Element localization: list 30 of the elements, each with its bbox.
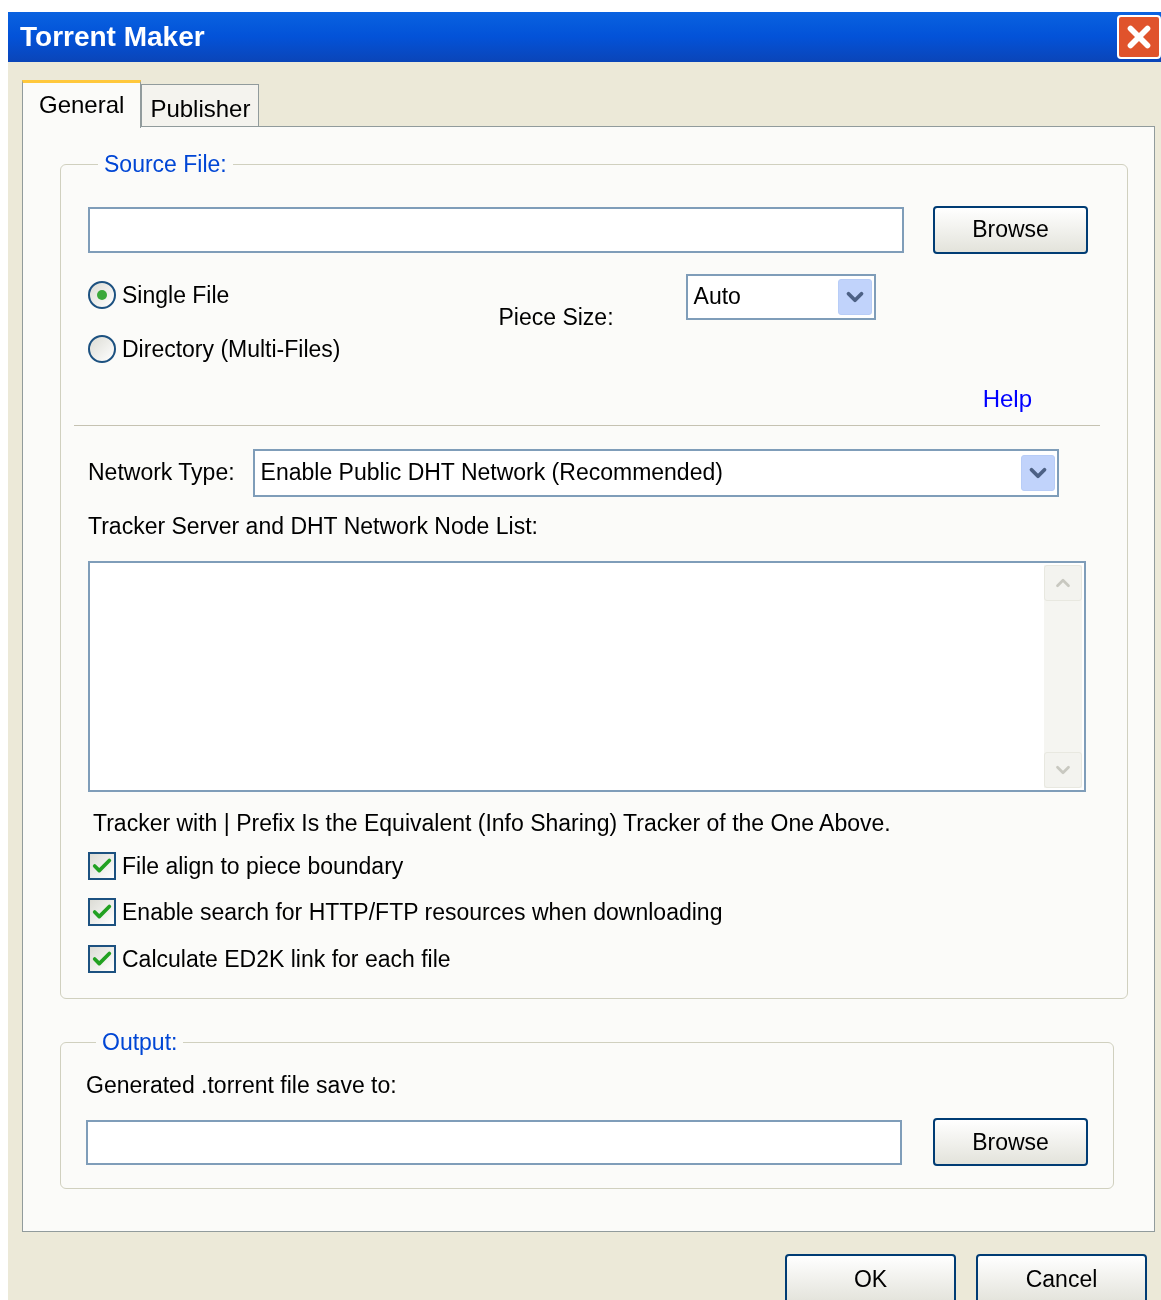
help-link[interactable]: Help: [982, 380, 1032, 417]
tracker-note: Tracker with | Prefix Is the Equivalent (Info Sharing) Tracker of the One Above.: [93, 809, 892, 838]
dialog-button[interactable]: Browse: [933, 1118, 1088, 1166]
output-label: Generated .torrent file save to:: [86, 1070, 398, 1100]
checkbox[interactable]: [88, 898, 116, 927]
tab[interactable]: General: [22, 80, 142, 128]
node-list-field[interactable]: [88, 561, 1086, 792]
radio-button[interactable]: [88, 280, 116, 309]
group-legend: Source File:: [98, 147, 233, 182]
checkbox-label: Calculate ED2K link for each file: [122, 944, 451, 974]
node-list-label: Tracker Server and DHT Network Node List:: [88, 511, 539, 541]
checkbox-label: Enable search for HTTP/FTP resources when downloading: [122, 898, 723, 927]
piece-size-label: Piece Size:: [498, 302, 614, 332]
checkbox[interactable]: [88, 851, 116, 880]
checkbox[interactable]: [88, 944, 116, 973]
group-legend: Output:: [96, 1025, 184, 1060]
source-path-field[interactable]: [88, 206, 904, 253]
dialog-button[interactable]: Browse: [933, 205, 1088, 254]
dialog-button[interactable]: OK: [785, 1254, 956, 1300]
radio-label: Single File: [122, 280, 230, 310]
output-path-field[interactable]: [86, 1119, 902, 1165]
window-title: Torrent Maker: [20, 20, 205, 54]
dialog-button[interactable]: Cancel: [976, 1254, 1147, 1300]
radio-label: Directory (Multi-Files): [122, 335, 341, 364]
dropdown[interactable]: Auto: [685, 273, 876, 320]
radio-button[interactable]: [88, 335, 116, 364]
checkbox-label: File align to piece boundary: [122, 851, 404, 881]
network-type-label: Network Type:: [88, 458, 235, 488]
tab[interactable]: Publisher: [141, 84, 260, 126]
dropdown[interactable]: Enable Public DHT Network (Recommended): [252, 448, 1059, 497]
